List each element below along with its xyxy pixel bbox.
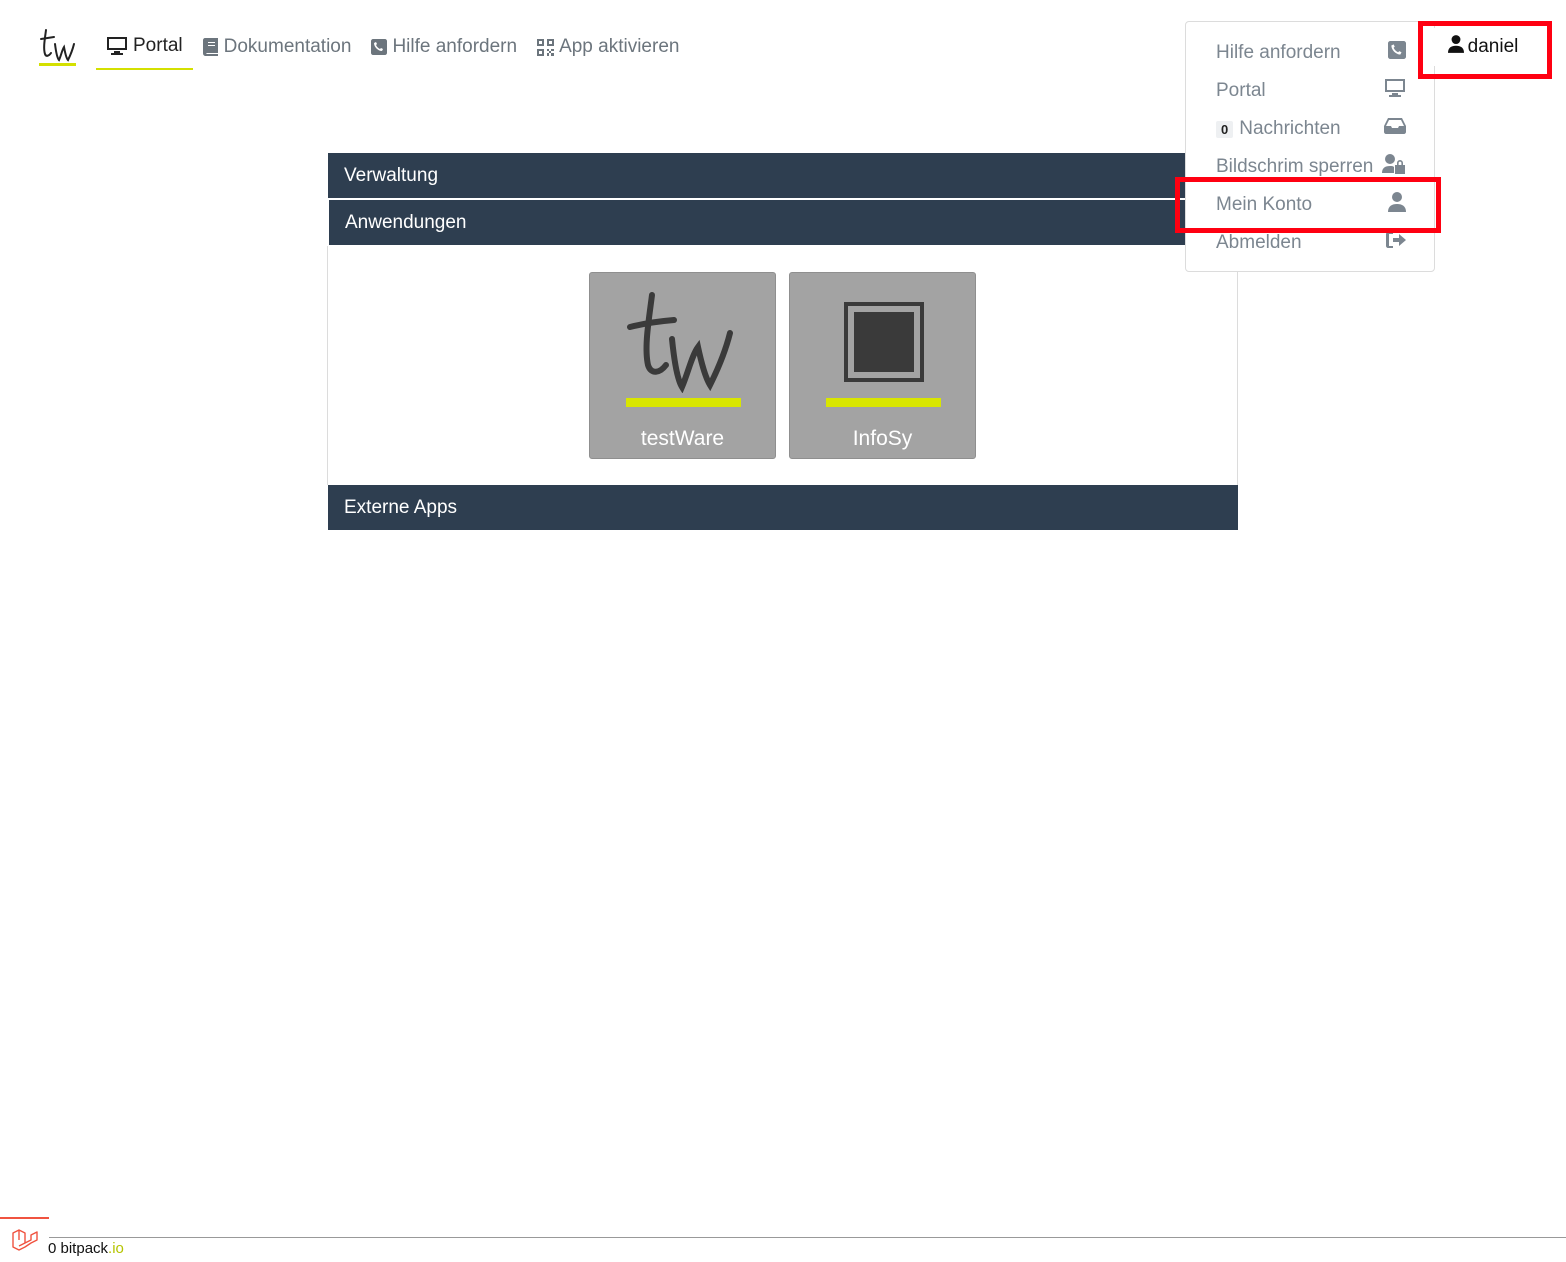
menu-item-label: Mein Konto <box>1216 194 1313 215</box>
footer-divider <box>0 1237 1566 1238</box>
desktop-icon <box>106 36 128 56</box>
nav-label: Portal <box>133 35 183 56</box>
app-tile-label: InfoSy <box>852 427 913 450</box>
footer-brand: 0 bitpack <box>48 1240 109 1257</box>
user-icon <box>1447 35 1468 59</box>
user-menu-button[interactable]: daniel <box>1428 28 1538 66</box>
testware-logo <box>627 292 733 393</box>
footer-brand-suffix: .io <box>108 1240 124 1257</box>
menu-item-label: Abmelden <box>1216 232 1302 253</box>
laravel-icon <box>12 1229 38 1251</box>
nav-item-app-aktivieren[interactable]: App aktivieren <box>527 24 689 70</box>
qrcode-icon <box>537 38 555 56</box>
footer-copyright: 0 bitpack.io <box>48 1240 124 1257</box>
tile-accent-bar <box>826 398 941 407</box>
menu-item-label: Nachrichten <box>1239 118 1341 139</box>
nav-item-portal[interactable]: Portal <box>96 24 193 70</box>
debugbar-toggle[interactable] <box>0 1217 49 1262</box>
menu-item-portal[interactable]: Portal <box>1216 73 1406 109</box>
nav-label: App aktivieren <box>559 36 680 57</box>
section-title: Externe Apps <box>344 496 458 518</box>
user-dropdown-menu: Hilfe anfordern Portal 0 Nachrichten Bild… <box>1185 21 1435 272</box>
sign-out-icon <box>1386 232 1406 254</box>
section-header-verwaltung[interactable]: Verwaltung <box>328 153 1238 198</box>
nav-item-dokumentation[interactable]: Dokumentation <box>193 24 362 70</box>
message-count-badge: 0 <box>1216 121 1234 138</box>
app-tile-infosy[interactable]: InfoSy <box>789 272 976 459</box>
menu-item-hilfe-anfordern[interactable]: Hilfe anfordern <box>1216 35 1406 71</box>
phone-square-icon <box>371 39 388 55</box>
inbox-icon <box>1384 118 1406 140</box>
infosy-square-icon <box>844 302 924 382</box>
menu-item-label: Hilfe anfordern <box>1216 42 1341 63</box>
app-tile-label: testWare <box>640 427 725 450</box>
nav-label: Dokumentation <box>223 36 352 57</box>
phone-square-icon <box>1388 41 1406 65</box>
applications-panel <box>327 246 1238 485</box>
app-tile-testware[interactable]: testWare <box>589 272 776 459</box>
main-nav: Portal Dokumentation Hilfe anfordern App… <box>96 24 689 70</box>
menu-item-label: Bildschrim sperren <box>1216 156 1374 177</box>
book-icon <box>202 38 219 56</box>
menu-item-nachrichten-text: 0 Nachrichten <box>1216 118 1341 140</box>
nav-label: Hilfe anfordern <box>392 36 518 57</box>
tile-accent-bar <box>626 398 741 407</box>
section-title: Verwaltung <box>344 164 439 186</box>
menu-item-mein-konto[interactable]: Mein Konto <box>1216 187 1406 223</box>
desktop-icon <box>1384 78 1406 104</box>
menu-item-abmelden[interactable]: Abmelden <box>1216 225 1406 261</box>
section-header-externe-apps[interactable]: Externe Apps <box>328 485 1238 530</box>
menu-item-nachrichten[interactable]: 0 Nachrichten <box>1216 111 1406 147</box>
logo-underline <box>39 63 76 66</box>
section-title: Anwendungen <box>345 211 467 233</box>
testware-logo[interactable] <box>38 26 78 66</box>
menu-item-bildschirm-sperren[interactable]: Bildschrim sperren <box>1216 149 1406 185</box>
user-icon <box>1388 192 1406 218</box>
user-lock-icon <box>1382 154 1406 180</box>
menu-item-label: Portal <box>1216 80 1266 101</box>
user-name: daniel <box>1467 36 1519 57</box>
section-header-anwendungen[interactable]: Anwendungen <box>329 200 1237 245</box>
nav-item-hilfe[interactable]: Hilfe anfordern <box>361 24 527 70</box>
